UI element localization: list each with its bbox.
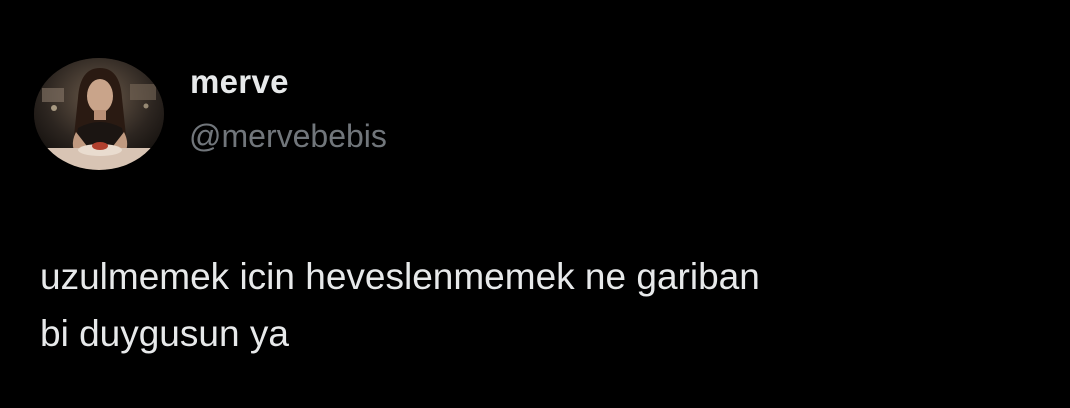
avatar[interactable] (34, 58, 164, 170)
display-name[interactable]: merve (190, 62, 289, 102)
tweet-card: merve @mervebebis uzulmemek icin hevesle… (0, 0, 1070, 408)
profile-photo-icon (34, 58, 164, 170)
tweet-text-line-2: bi duygusun ya (40, 313, 289, 354)
tweet-text: uzulmemek icin heveslenmemek ne gariban … (40, 248, 1040, 362)
username-handle[interactable]: @mervebebis (189, 116, 387, 156)
tweet-text-line-1: uzulmemek icin heveslenmemek ne gariban (40, 256, 760, 297)
